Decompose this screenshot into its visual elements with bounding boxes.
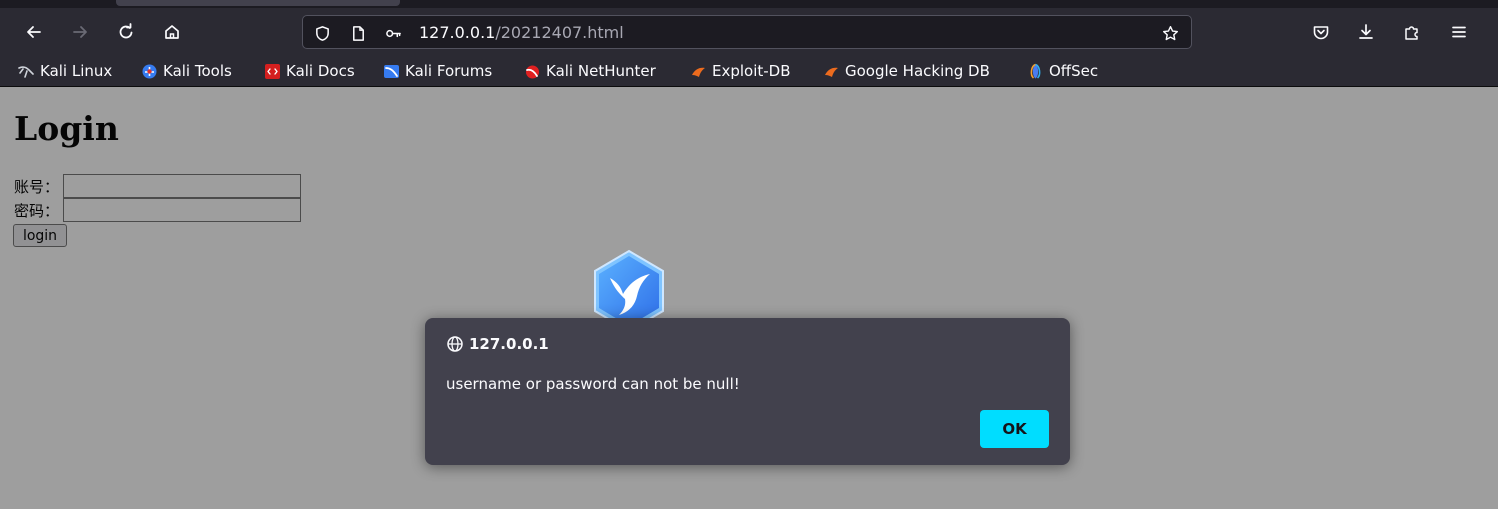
offsec-icon	[1030, 63, 1041, 79]
extensions-button[interactable]	[1396, 16, 1428, 48]
hamburger-menu-icon	[1452, 26, 1466, 38]
bookmark-label: Kali Forums	[405, 62, 493, 80]
kali-dragon-icon	[18, 65, 34, 78]
home-button[interactable]	[156, 16, 188, 48]
reload-button[interactable]	[110, 16, 142, 48]
page-icon[interactable]	[348, 23, 368, 43]
kali-docs-icon	[265, 63, 280, 79]
kali-tools-icon	[142, 64, 157, 78]
bookmark-label: OffSec	[1049, 62, 1099, 80]
ok-button[interactable]: OK	[980, 410, 1049, 448]
key-icon[interactable]	[383, 23, 403, 43]
pocket-button[interactable]	[1305, 16, 1337, 48]
url-host: 127.0.0.1	[419, 23, 496, 42]
bookmark-kali-docs[interactable]: Kali Docs	[264, 61, 355, 81]
bookmark-label: Kali Docs	[286, 62, 355, 80]
bookmark-kali-forums[interactable]: Kali Forums	[383, 61, 492, 81]
bookmark-exploit-db[interactable]: Exploit-DB	[690, 61, 791, 81]
bookmark-google-hacking-db[interactable]: Google Hacking DB	[823, 61, 990, 81]
alert-origin-text: 127.0.0.1	[469, 335, 549, 353]
active-tab[interactable]	[116, 0, 400, 6]
url-path: /20212407.html	[495, 23, 624, 42]
bookmark-kali-nethunter[interactable]: Kali NetHunter	[524, 61, 656, 81]
reload-icon	[119, 23, 133, 39]
alert-message: username or password can not be null!	[446, 375, 740, 393]
alert-origin: 127.0.0.1	[446, 335, 549, 353]
exploit-db-icon	[692, 67, 705, 77]
url-text[interactable]: 127.0.0.1/20212407.html	[419, 24, 624, 42]
forward-button[interactable]	[64, 16, 96, 48]
back-button[interactable]	[18, 16, 50, 48]
menu-button[interactable]	[1443, 16, 1475, 48]
kali-forums-icon	[384, 64, 399, 78]
arrow-left-icon	[27, 26, 41, 38]
url-bar[interactable]: 127.0.0.1/20212407.html	[302, 15, 1192, 49]
pocket-icon	[1313, 26, 1329, 40]
bookmark-label: Kali Linux	[40, 62, 113, 80]
home-icon	[165, 25, 179, 39]
puzzle-icon	[1405, 26, 1418, 40]
bookmark-label: Kali NetHunter	[546, 62, 656, 80]
kali-nethunter-icon	[526, 65, 539, 78]
tab-strip	[0, 0, 1498, 8]
navigation-toolbar: 127.0.0.1/20212407.html	[0, 8, 1498, 56]
globe-icon	[447, 336, 463, 352]
shield-icon[interactable]	[312, 23, 332, 43]
bookmark-star-icon[interactable]	[1160, 23, 1180, 43]
bookmark-kali-tools[interactable]: Kali Tools	[141, 61, 232, 81]
bookmark-kali-linux[interactable]: Kali Linux	[18, 61, 112, 81]
alert-dialog: 127.0.0.1 username or password can not b…	[425, 318, 1070, 465]
bookmark-label: Kali Tools	[163, 62, 232, 80]
bookmarks-toolbar: Kali Linux Kali Tools Kali Docs Kali For…	[0, 56, 1498, 87]
google-hacking-db-icon	[825, 67, 838, 77]
downloads-button[interactable]	[1350, 16, 1382, 48]
bookmark-offsec[interactable]: OffSec	[1027, 61, 1098, 81]
bookmark-label: Exploit-DB	[712, 62, 791, 80]
download-icon	[1359, 24, 1373, 39]
arrow-right-icon	[73, 26, 87, 38]
bookmark-label: Google Hacking DB	[845, 62, 990, 80]
